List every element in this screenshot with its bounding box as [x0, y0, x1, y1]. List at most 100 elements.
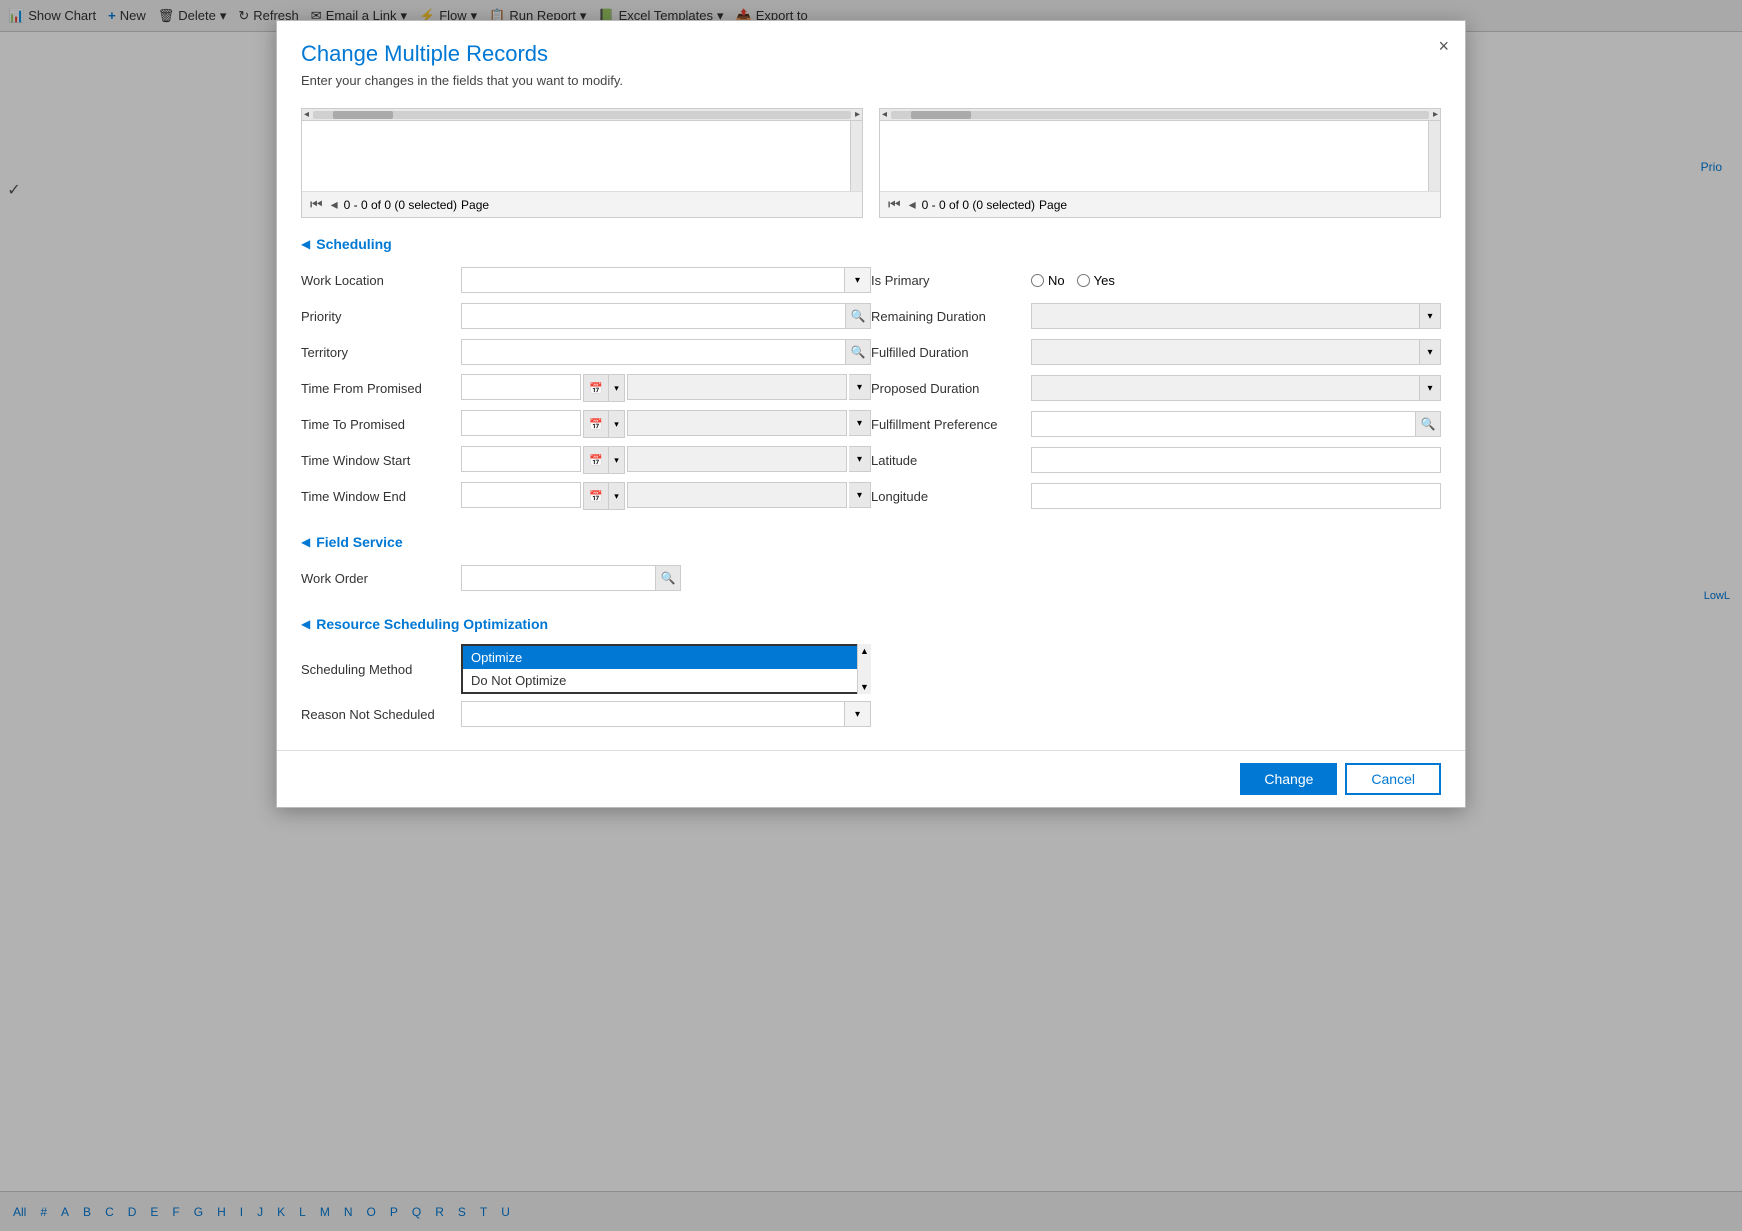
work-location-dropdown[interactable]: ▾ — [461, 267, 871, 293]
remaining-duration-control: ▾ — [1031, 303, 1441, 329]
scheduling-method-listbox-wrapper: Optimize Do Not Optimize ▲ ▼ — [461, 644, 871, 694]
priority-lookup[interactable]: 🔍 — [461, 303, 871, 329]
time-window-start-time[interactable] — [627, 446, 847, 472]
hscroll-right-track[interactable] — [891, 111, 1429, 119]
paging-hscroll-left[interactable]: ◂ ▸ — [302, 109, 862, 121]
hscroll-left-arrow[interactable]: ◂ — [304, 109, 309, 120]
change-button[interactable]: Change — [1240, 763, 1337, 795]
time-window-end-time[interactable] — [627, 482, 847, 508]
time-window-end-cal-icon[interactable]: 📅 — [584, 483, 608, 509]
remaining-duration-input[interactable] — [1031, 303, 1419, 329]
time-window-end-date[interactable] — [461, 482, 581, 508]
proposed-duration-arrow[interactable]: ▾ — [1419, 375, 1441, 401]
fulfilled-duration-arrow[interactable]: ▾ — [1419, 339, 1441, 365]
modal-close-button[interactable]: × — [1438, 37, 1449, 55]
reason-not-scheduled-select[interactable] — [461, 701, 845, 727]
work-order-row: Work Order 🔍 — [301, 562, 871, 594]
time-to-time-arrow[interactable]: ▾ — [849, 410, 871, 436]
hscroll-left-track[interactable] — [313, 111, 851, 119]
paging-hscroll-right[interactable]: ◂ ▸ — [880, 109, 1440, 121]
reason-not-scheduled-arrow[interactable]: ▾ — [845, 701, 871, 727]
time-from-time-arrow[interactable]: ▾ — [849, 374, 871, 400]
time-to-promised-time[interactable] — [627, 410, 847, 436]
time-from-promised-datetime: 📅 ▾ ▾ — [461, 374, 871, 402]
work-order-input[interactable] — [461, 565, 655, 591]
cancel-button[interactable]: Cancel — [1345, 763, 1441, 795]
vscroll-left[interactable] — [850, 121, 862, 191]
work-location-select[interactable] — [461, 267, 845, 293]
field-service-collapse-icon[interactable]: ◀ — [301, 535, 310, 549]
reason-not-scheduled-dropdown[interactable]: ▾ — [461, 701, 871, 727]
scheduling-method-listbox[interactable]: Optimize Do Not Optimize ▲ ▼ — [461, 644, 871, 694]
territory-lookup-btn[interactable]: 🔍 — [845, 339, 871, 365]
longitude-row: Longitude — [871, 480, 1441, 512]
territory-input[interactable] — [461, 339, 845, 365]
territory-control: 🔍 — [461, 339, 871, 365]
fulfilled-duration-input[interactable] — [1031, 339, 1419, 365]
time-window-start-cal-arrow[interactable]: ▾ — [608, 447, 624, 473]
proposed-duration-control: ▾ — [1031, 375, 1441, 401]
fulfillment-preference-input[interactable] — [1031, 411, 1415, 437]
fulfilled-duration-input-group: ▾ — [1031, 339, 1441, 365]
hscroll-left-arrow-r[interactable]: ◂ — [882, 109, 887, 120]
remaining-duration-arrow[interactable]: ▾ — [1419, 303, 1441, 329]
work-order-lookup[interactable]: 🔍 — [461, 565, 681, 591]
time-window-start-time-arrow[interactable]: ▾ — [849, 446, 871, 472]
fulfillment-preference-lookup-btn[interactable]: 🔍 — [1415, 411, 1441, 437]
rso-section-title: Resource Scheduling Optimization — [316, 616, 548, 632]
paging-first-btn-left[interactable]: ⏮ — [308, 196, 325, 213]
modal-subtitle: Enter your changes in the fields that yo… — [301, 73, 1441, 88]
priority-input[interactable] — [461, 303, 845, 329]
listbox-item-do-not-optimize[interactable]: Do Not Optimize — [463, 669, 869, 692]
work-location-row: Work Location ▾ — [301, 264, 871, 296]
scheduling-collapse-icon[interactable]: ◀ — [301, 237, 310, 251]
field-service-left-col: Work Order 🔍 — [301, 562, 871, 598]
time-from-promised-time[interactable] — [627, 374, 847, 400]
priority-lookup-btn[interactable]: 🔍 — [845, 303, 871, 329]
territory-lookup[interactable]: 🔍 — [461, 339, 871, 365]
time-window-start-cal-icon[interactable]: 📅 — [584, 447, 608, 473]
work-location-arrow[interactable]: ▾ — [845, 267, 871, 293]
is-primary-yes-option[interactable]: Yes — [1077, 273, 1115, 288]
vscroll-right[interactable] — [1428, 121, 1440, 191]
longitude-input[interactable] — [1031, 483, 1441, 509]
time-from-promised-label: Time From Promised — [301, 381, 461, 396]
paging-prev-btn-left[interactable]: ◂ — [329, 196, 340, 213]
fulfillment-preference-lookup-icon: 🔍 — [1421, 417, 1436, 431]
listbox-scroll-up[interactable]: ▲ — [858, 644, 871, 658]
proposed-duration-label: Proposed Duration — [871, 381, 1031, 396]
time-window-start-row: Time Window Start 📅 ▾ ▾ — [301, 444, 871, 476]
proposed-duration-input[interactable] — [1031, 375, 1419, 401]
work-location-control: ▾ — [461, 267, 871, 293]
is-primary-yes-radio[interactable] — [1077, 274, 1090, 287]
paging-first-btn-right[interactable]: ⏮ — [886, 196, 903, 213]
hscroll-right-arrow-r[interactable]: ▸ — [1433, 109, 1438, 120]
time-to-cal-icon[interactable]: 📅 — [584, 411, 608, 437]
listbox-scroll-down[interactable]: ▼ — [858, 680, 871, 694]
time-window-end-cal-arrow[interactable]: ▾ — [608, 483, 624, 509]
time-from-promised-date[interactable] — [461, 374, 581, 400]
rso-collapse-icon[interactable]: ◀ — [301, 617, 310, 631]
time-to-cal-arrow[interactable]: ▾ — [608, 411, 624, 437]
is-primary-no-option[interactable]: No — [1031, 273, 1065, 288]
is-primary-control: No Yes — [1031, 273, 1441, 288]
hscroll-right-arrow[interactable]: ▸ — [855, 109, 860, 120]
paging-section: ◂ ▸ ⏮ ◂ 0 - 0 of 0 (0 selected) Page — [301, 108, 1441, 218]
time-window-end-time-arrow[interactable]: ▾ — [849, 482, 871, 508]
modal-body: ◂ ▸ ⏮ ◂ 0 - 0 of 0 (0 selected) Page — [277, 100, 1465, 750]
is-primary-yes-label: Yes — [1094, 273, 1115, 288]
fulfillment-preference-lookup[interactable]: 🔍 — [1031, 411, 1441, 437]
listbox-item-optimize[interactable]: Optimize — [463, 646, 869, 669]
paging-prev-btn-right[interactable]: ◂ — [907, 196, 918, 213]
time-from-cal-arrow[interactable]: ▾ — [608, 375, 624, 401]
work-order-lookup-btn[interactable]: 🔍 — [655, 565, 681, 591]
time-window-start-label: Time Window Start — [301, 453, 461, 468]
latitude-input[interactable] — [1031, 447, 1441, 473]
time-to-promised-date[interactable] — [461, 410, 581, 436]
time-window-start-date[interactable] — [461, 446, 581, 472]
latitude-row: Latitude — [871, 444, 1441, 476]
listbox-scrollbar[interactable]: ▲ ▼ — [857, 644, 871, 694]
is-primary-row: Is Primary No Yes — [871, 264, 1441, 296]
time-from-cal-icon[interactable]: 📅 — [584, 375, 608, 401]
is-primary-no-radio[interactable] — [1031, 274, 1044, 287]
